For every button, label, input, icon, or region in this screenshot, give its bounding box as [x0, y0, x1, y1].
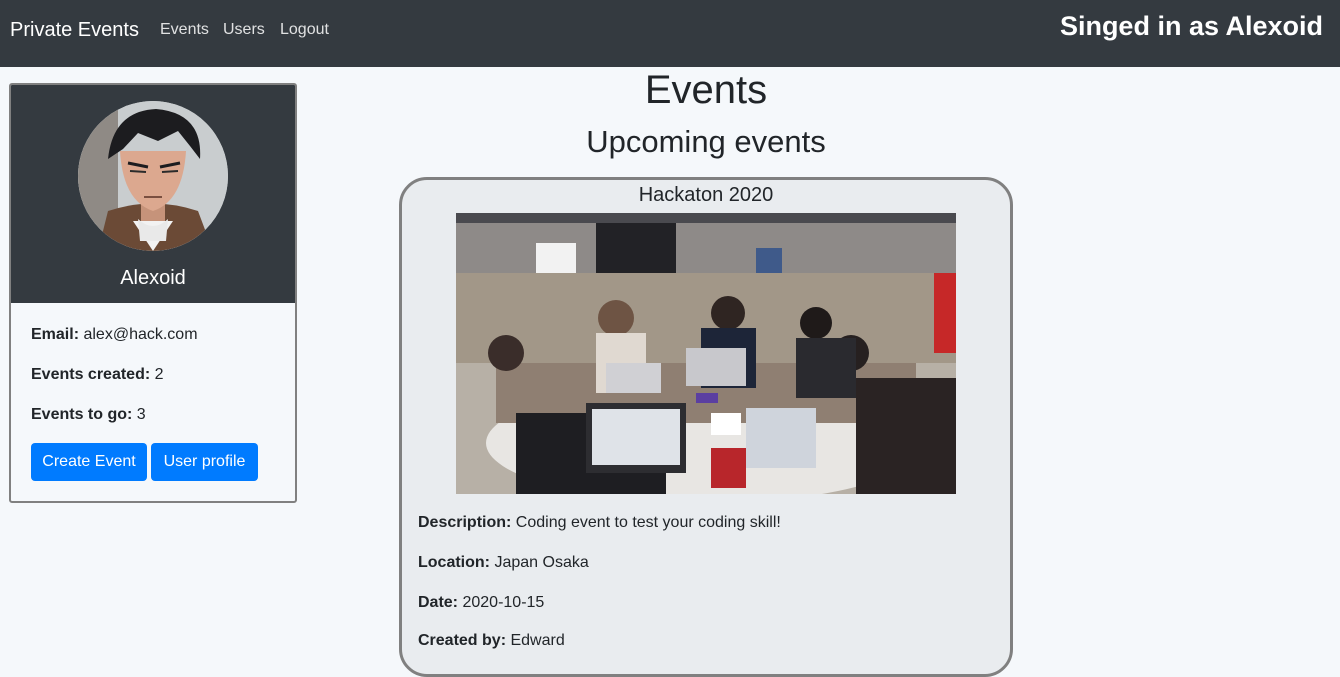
event-description-row: Description: Coding event to test your c… — [418, 514, 781, 532]
event-location-label: Location: — [418, 554, 490, 571]
events-to-go-label: Events to go: — [31, 406, 133, 423]
event-description-label: Description: — [418, 514, 512, 531]
avatar-illustration — [78, 101, 228, 251]
events-to-go-row: Events to go: 3 — [31, 406, 146, 424]
event-image — [456, 213, 956, 494]
page-title: Events — [644, 68, 768, 112]
events-created-row: Events created: 2 — [31, 366, 164, 384]
event-title[interactable]: Hackaton 2020 — [402, 184, 1010, 207]
events-created-label: Events created: — [31, 366, 151, 383]
event-description-value: Coding event to test your coding skill! — [515, 514, 781, 531]
profile-card: Alexoid Email: alex@hack.com Events crea… — [9, 83, 297, 503]
email-label: Email: — [31, 326, 80, 343]
event-date-row: Date: 2020-10-15 — [418, 594, 544, 612]
event-photo — [456, 213, 956, 494]
email-row: Email: alex@hack.com — [31, 326, 198, 344]
user-profile-button[interactable]: User profile — [151, 443, 258, 481]
brand-link[interactable]: Private Events — [10, 19, 139, 42]
profile-header: Alexoid — [11, 85, 295, 303]
profile-name: Alexoid — [120, 267, 186, 289]
page-subtitle: Upcoming events — [586, 124, 826, 159]
signed-in-label: Singed in as Alexoid — [1059, 11, 1323, 41]
avatar — [78, 101, 228, 251]
nav-link-users[interactable]: Users — [223, 21, 265, 39]
nav-link-events[interactable]: Events — [160, 21, 209, 39]
nav-link-logout[interactable]: Logout — [280, 21, 329, 39]
event-creator-label: Created by: — [418, 632, 507, 649]
event-creator-value: Edward — [510, 632, 565, 649]
event-location-row: Location: Japan Osaka — [418, 554, 589, 572]
navbar: Private Events Events Users Logout Singe… — [0, 0, 1340, 67]
event-creator-row: Created by: Edward — [418, 632, 565, 650]
event-card: Hackaton 2020 Description: Coding event … — [399, 177, 1013, 677]
events-to-go-value: 3 — [136, 406, 146, 423]
event-date-label: Date: — [418, 594, 459, 611]
events-created-value: 2 — [154, 366, 164, 383]
email-value: alex@hack.com — [83, 326, 198, 343]
event-location-value: Japan Osaka — [494, 554, 589, 571]
create-event-button[interactable]: Create Event — [31, 443, 147, 481]
event-date-value: 2020-10-15 — [462, 594, 545, 611]
